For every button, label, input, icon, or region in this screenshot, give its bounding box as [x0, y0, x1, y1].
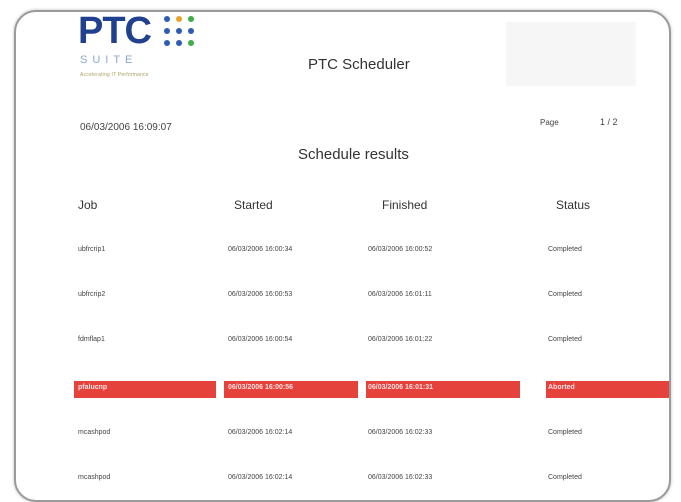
cell-started: 06/03/2006 16:00:54: [228, 336, 293, 343]
app-title: PTC Scheduler: [308, 56, 410, 73]
logo-dot: [176, 28, 182, 34]
report-timestamp: 06/03/2006 16:09:07: [80, 122, 172, 133]
table-row[interactable]: mcashpod 06/03/2006 16:02:14 06/03/2006 16…: [74, 471, 669, 489]
table-row[interactable]: ubfrcrip2 06/03/2006 16:00:53 06/03/2006 1…: [74, 288, 669, 306]
cell-status: Completed: [548, 246, 582, 253]
table-row[interactable]: ubfrcrip1 06/03/2006 16:00:34 06/03/2006 1…: [74, 243, 669, 261]
cell-job: mcashpod: [78, 429, 111, 436]
cell-status: Aborted: [548, 384, 575, 391]
logo-dot: [188, 16, 194, 22]
cell-job: fdmflap1: [78, 336, 105, 343]
table-row[interactable]: mcashpod 06/03/2006 16:02:14 06/03/2006 16…: [74, 426, 669, 444]
cell-finished: 06/03/2006 16:00:52: [368, 246, 433, 253]
logo-dot: [164, 28, 170, 34]
cell-started: 06/03/2006 16:02:14: [228, 429, 293, 436]
column-header-started: Started: [234, 198, 273, 212]
cell-started: 06/03/2006 16:00:53: [228, 291, 293, 298]
ptc-suite-logo: PTC SUITE Accelerating IT Performance: [78, 12, 228, 82]
cell-finished: 06/03/2006 16:02:33: [368, 429, 433, 436]
cell-finished: 06/03/2006 16:01:31: [368, 384, 433, 391]
cell-started: 06/03/2006 16:00:34: [228, 246, 293, 253]
column-header-finished: Finished: [382, 198, 428, 212]
logo-dot: [188, 28, 194, 34]
cell-status: Completed: [548, 429, 582, 436]
cell-started: 06/03/2006 16:00:56: [228, 384, 293, 391]
logo-dot: [164, 40, 170, 46]
cell-finished: 06/03/2006 16:01:11: [368, 291, 432, 298]
table-row[interactable]: pfalucnp 06/03/2006 16:00:56 06/03/2006 16…: [74, 381, 669, 399]
column-header-status: Status: [556, 198, 591, 212]
report-title: Schedule results: [298, 146, 409, 163]
logo-dots-icon: [164, 16, 222, 66]
page-label: Page: [540, 118, 559, 127]
cell-job: pfalucnp: [78, 384, 108, 391]
page-number: 1 / 2: [600, 117, 618, 127]
logo-tagline: Accelerating IT Performance: [80, 72, 149, 78]
table-row[interactable]: fdmflap1 06/03/2006 16:00:54 06/03/2006 16…: [74, 333, 669, 351]
cell-status: Completed: [548, 336, 582, 343]
cell-job: ubfrcrip1: [78, 246, 106, 253]
cell-status: Completed: [548, 291, 582, 298]
logo-dot: [164, 16, 170, 22]
logo-suite-text: SUITE: [80, 54, 138, 66]
report-window: PTC SUITE Accelerating IT Performance PT…: [14, 10, 671, 502]
logo-dot: [176, 40, 182, 46]
logo-dot: [188, 40, 194, 46]
logo-wordmark: PTC: [78, 10, 152, 52]
header-placeholder-box: [506, 22, 636, 86]
column-header-job: Job: [78, 198, 98, 212]
cell-finished: 06/03/2006 16:01:22: [368, 336, 433, 343]
cell-job: ubfrcrip2: [78, 291, 106, 298]
logo-dot: [176, 16, 182, 22]
